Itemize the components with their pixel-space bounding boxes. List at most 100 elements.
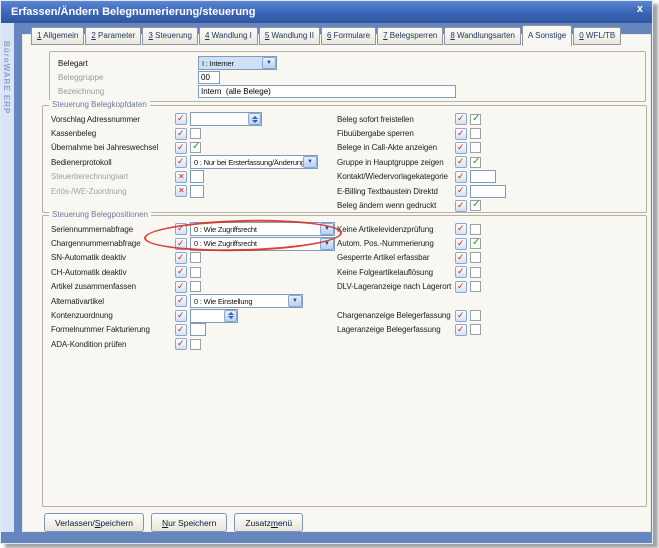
field-attribute-check-icon[interactable] bbox=[455, 171, 467, 183]
alternativartikel-select[interactable]: 0 : Wie Einstellung bbox=[190, 294, 303, 308]
field-attribute-check-icon[interactable] bbox=[455, 324, 467, 336]
field-attribute-check-icon[interactable] bbox=[455, 185, 467, 197]
field-attribute-check-icon[interactable] bbox=[175, 156, 187, 168]
steuerberechnungsart-input bbox=[190, 170, 204, 183]
brand-strip: BüroWARE ERP bbox=[1, 23, 14, 532]
field-attribute-check-icon[interactable] bbox=[175, 113, 187, 125]
tab-parameter[interactable]: 2 Parameter bbox=[85, 27, 141, 45]
beleg-aendern-gedruckt-checkbox[interactable] bbox=[470, 200, 481, 211]
group-title: Steuerung Belegkopfdaten bbox=[49, 100, 150, 109]
belege-call-akte-checkbox[interactable] bbox=[470, 142, 481, 153]
button-label: peichern bbox=[100, 518, 133, 528]
form-row: Gesperrte Artikel erfassbar bbox=[337, 251, 643, 265]
form-row: Gruppe in Hauptgruppe zeigen bbox=[337, 155, 643, 169]
field-attribute-check-icon[interactable] bbox=[455, 310, 467, 322]
tab-wfl-tb[interactable]: 0 WFL/TB bbox=[573, 27, 621, 45]
kassenbeleg-checkbox[interactable] bbox=[190, 128, 201, 139]
form-row: Formelnummer Fakturierung bbox=[51, 323, 339, 337]
field-attribute-check-icon[interactable] bbox=[455, 266, 467, 278]
tab-label: Belegsperren bbox=[388, 31, 438, 40]
close-icon[interactable]: x bbox=[637, 3, 643, 15]
fibuuebergabe-sperren-checkbox[interactable] bbox=[470, 128, 481, 139]
field-label: Seriennummernabfrage bbox=[51, 225, 175, 234]
kontenzuordnung-input[interactable] bbox=[190, 309, 238, 323]
keine-folgeartikelaufloesung-checkbox[interactable] bbox=[470, 267, 481, 278]
ada-kondition-pruefen-checkbox[interactable] bbox=[190, 339, 201, 350]
ebilling-textbaustein-input[interactable] bbox=[470, 185, 506, 198]
field-attribute-x-icon[interactable] bbox=[175, 171, 187, 183]
group-general: Belegart I : Interner Beleggruppe Bezeic… bbox=[49, 51, 646, 102]
chevron-down-icon[interactable] bbox=[288, 295, 302, 307]
field-attribute-check-icon[interactable] bbox=[455, 238, 467, 250]
field-attribute-check-icon[interactable] bbox=[455, 156, 467, 168]
tab-wandlung-1[interactable]: 4 Wandlung I bbox=[199, 27, 258, 45]
gruppe-hauptgruppe-checkbox[interactable] bbox=[470, 157, 481, 168]
field-attribute-check-icon[interactable] bbox=[175, 238, 187, 250]
pos-right-column: Keine Artikelevidenzprüfung Autom. Pos.-… bbox=[337, 222, 643, 337]
field-attribute-check-icon[interactable] bbox=[455, 281, 467, 293]
zusatzmenu-button[interactable]: Zusatzmenü bbox=[234, 513, 303, 532]
artikel-zusammenfassen-checkbox[interactable] bbox=[190, 281, 201, 292]
chevron-down-icon[interactable] bbox=[262, 57, 276, 69]
sn-automatik-deaktiv-checkbox[interactable] bbox=[190, 252, 201, 263]
dlv-lageranzeige-checkbox[interactable] bbox=[470, 281, 481, 292]
belegart-select[interactable]: I : Interner bbox=[198, 56, 277, 70]
field-attribute-check-icon[interactable] bbox=[175, 266, 187, 278]
field-attribute-check-icon[interactable] bbox=[455, 223, 467, 235]
field-attribute-check-icon[interactable] bbox=[455, 128, 467, 140]
field-attribute-check-icon[interactable] bbox=[175, 324, 187, 336]
formelnummer-fakturierung-input[interactable] bbox=[190, 323, 206, 336]
form-row: SN-Automatik deaktiv bbox=[51, 251, 339, 265]
autom-pos-nummerierung-checkbox[interactable] bbox=[470, 238, 481, 249]
lageranzeige-belegerfassung-checkbox[interactable] bbox=[470, 324, 481, 335]
bedienerprotokoll-select[interactable]: 0 : Nur bei Ersterfassung/Änderung bbox=[190, 155, 318, 169]
tab-sonstige-active[interactable]: A Sonstige bbox=[522, 25, 572, 46]
field-attribute-check-icon[interactable] bbox=[455, 200, 467, 212]
vorschlag-adressnummer-input[interactable] bbox=[190, 112, 262, 126]
chevron-down-icon[interactable] bbox=[320, 223, 334, 235]
bedienerprotokoll-value: 0 : Nur bei Ersterfassung/Änderung bbox=[191, 158, 303, 167]
keine-artikelevidenzpruefung-checkbox[interactable] bbox=[470, 224, 481, 235]
tab-allgemein[interactable]: 1 Allgemein bbox=[31, 27, 84, 45]
field-attribute-check-icon[interactable] bbox=[455, 142, 467, 154]
field-attribute-check-icon[interactable] bbox=[455, 113, 467, 125]
field-attribute-check-icon[interactable] bbox=[175, 223, 187, 235]
beleg-sofort-freistellen-checkbox[interactable] bbox=[470, 114, 481, 125]
bezeichnung-input[interactable] bbox=[198, 85, 456, 98]
field-attribute-check-icon[interactable] bbox=[175, 252, 187, 264]
kontakt-wiedervorlagekategorie-input[interactable] bbox=[470, 170, 496, 183]
tab-formulare[interactable]: 6 Formulare bbox=[321, 27, 376, 45]
chevron-down-icon[interactable] bbox=[320, 238, 334, 250]
tab-steuerung[interactable]: 3 Steuerung bbox=[142, 27, 198, 45]
field-attribute-check-icon[interactable] bbox=[175, 310, 187, 322]
ch-automatik-deaktiv-checkbox[interactable] bbox=[190, 267, 201, 278]
beleggruppe-input[interactable] bbox=[198, 71, 220, 84]
form-row: Seriennummernabfrage 0 : Wie Zugriffsrec… bbox=[51, 222, 339, 236]
field-attribute-check-icon[interactable] bbox=[455, 252, 467, 264]
verlassen-speichern-button[interactable]: Verlassen/Speichern bbox=[44, 513, 144, 532]
spinner-icon[interactable] bbox=[224, 310, 237, 322]
chevron-down-icon[interactable] bbox=[303, 156, 317, 168]
tab-wandlungsarten[interactable]: 8 Wandlungsarten bbox=[444, 27, 521, 45]
button-label: enü bbox=[278, 518, 292, 528]
spinner-icon[interactable] bbox=[248, 113, 261, 125]
gesperrte-artikel-erfassbar-checkbox[interactable] bbox=[470, 252, 481, 263]
tab-belegsperren[interactable]: 7 Belegsperren bbox=[377, 27, 443, 45]
nur-speichern-button[interactable]: Nur Speichern bbox=[151, 513, 227, 532]
field-attribute-check-icon[interactable] bbox=[175, 295, 187, 307]
chargennummernabfrage-select[interactable]: 0 : Wie Zugriffsrecht bbox=[190, 237, 335, 251]
uebernahme-jahreswechsel-checkbox[interactable] bbox=[190, 142, 201, 153]
field-attribute-check-icon[interactable] bbox=[175, 338, 187, 350]
field-attribute-check-icon[interactable] bbox=[175, 281, 187, 293]
tab-wandlung-2[interactable]: 5 Wandlung II bbox=[259, 27, 320, 45]
chargenanzeige-belegerfassung-checkbox[interactable] bbox=[470, 310, 481, 321]
form-row: Keine Folgeartikelauflösung bbox=[337, 265, 643, 279]
field-attribute-check-icon[interactable] bbox=[175, 128, 187, 140]
field-attribute-check-icon[interactable] bbox=[175, 142, 187, 154]
field-label: Keine Folgeartikelauflösung bbox=[337, 268, 455, 277]
group-belegkopfdaten: Steuerung Belegkopfdaten Vorschlag Adres… bbox=[42, 105, 647, 213]
field-attribute-x-icon[interactable] bbox=[175, 185, 187, 197]
seriennummernabfrage-select[interactable]: 0 : Wie Zugriffsrecht bbox=[190, 222, 335, 236]
form-row: CH-Automatik deaktiv bbox=[51, 265, 339, 279]
form-row: Steuerberechnungsart bbox=[51, 170, 339, 184]
